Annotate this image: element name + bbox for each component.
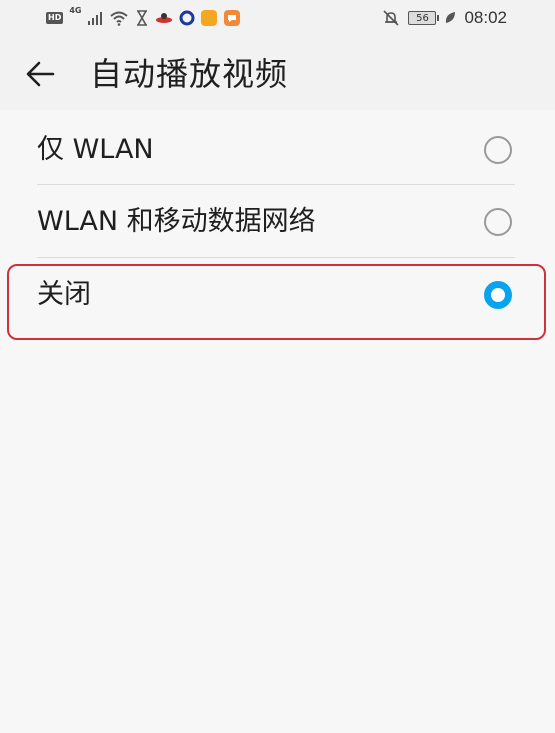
wifi-icon [109, 10, 129, 26]
option-label: 仅 WLAN [37, 134, 154, 165]
hourglass-icon [135, 10, 149, 26]
option-label: 关闭 [37, 279, 91, 310]
app-icon [155, 11, 173, 25]
divider [37, 184, 515, 185]
option-wlan-only[interactable]: 仅 WLAN [37, 114, 515, 186]
page-title: 自动播放视频 [90, 55, 289, 93]
option-wlan-and-mobile-data[interactable]: WLAN 和移动数据网络 [37, 186, 515, 258]
radio-wlan-and-mobile-data[interactable] [484, 208, 512, 236]
status-bar: HD 4G 56 08:02 [0, 0, 555, 38]
radio-wlan-only[interactable] [484, 136, 512, 164]
signal-icon [87, 11, 103, 25]
divider [37, 257, 515, 258]
circle-app-icon [179, 10, 195, 26]
chat-app-icon [223, 9, 241, 27]
status-bar-left: HD 4G [46, 6, 241, 28]
mute-bell-icon [382, 9, 400, 27]
orange-app-icon [201, 10, 218, 26]
radio-off-selected[interactable] [484, 281, 512, 309]
battery-icon: 56 [408, 11, 440, 25]
option-label: WLAN 和移动数据网络 [37, 206, 316, 237]
app-header: 自动播放视频 [0, 38, 555, 110]
battery-level: 56 [416, 12, 429, 24]
option-off[interactable]: 关闭 [37, 259, 515, 331]
status-bar-right: 56 08:02 [382, 8, 507, 28]
network-type-label: 4G [69, 6, 82, 15]
leaf-icon [444, 11, 456, 25]
status-time: 08:02 [464, 8, 507, 27]
back-button[interactable] [20, 56, 60, 92]
arrow-left-icon [25, 61, 55, 87]
hd-badge: HD [46, 12, 64, 24]
